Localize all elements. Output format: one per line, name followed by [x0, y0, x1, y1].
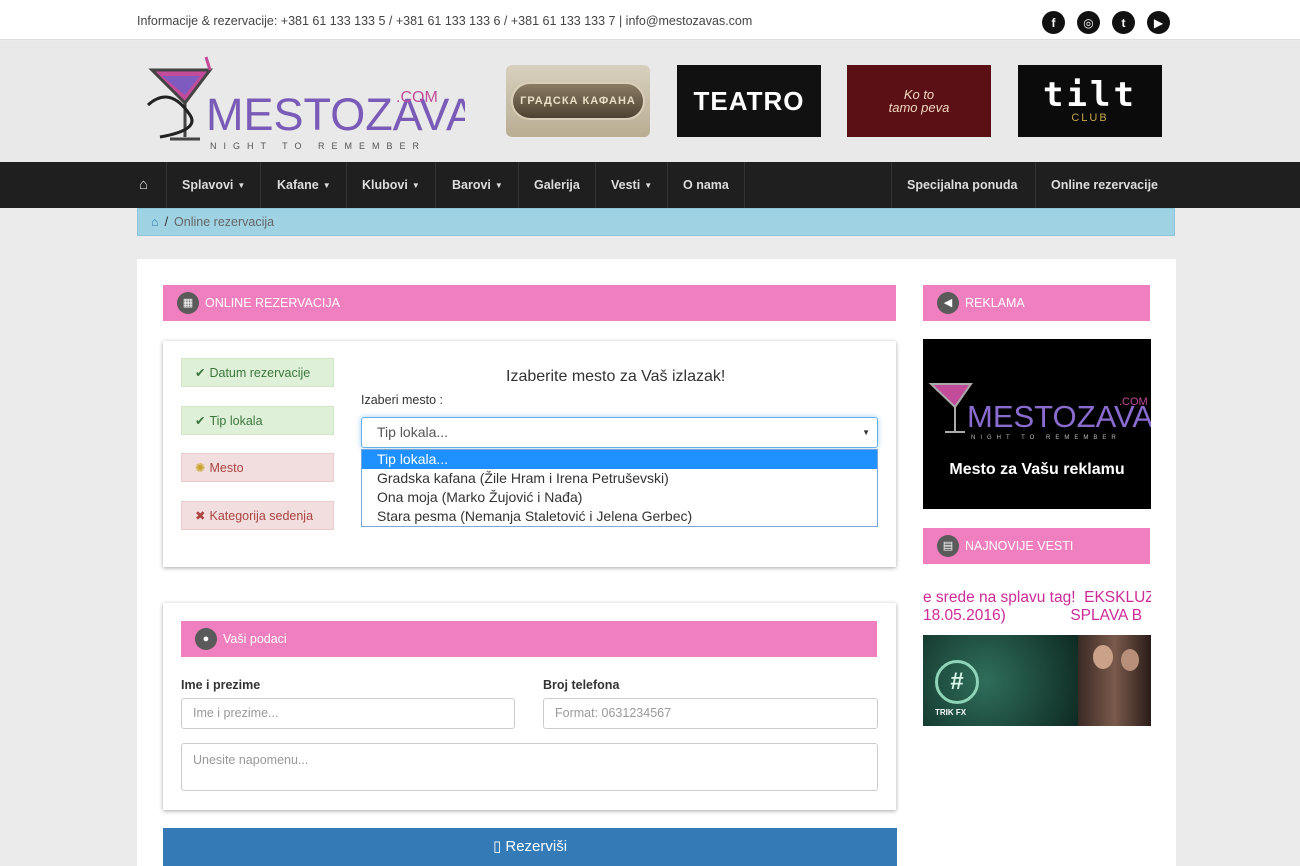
venue-label: TEATRO: [693, 85, 805, 116]
logo-tagline: NIGHT TO REMEMBER: [210, 141, 426, 151]
personal-data-header: ● Vaši podaci: [181, 621, 877, 657]
logo-graphic: MESTOZAVAS .COM NIGHT TO REMEMBER: [146, 56, 506, 151]
venue-select[interactable]: Tip lokala... ▼: [361, 417, 878, 448]
dropdown-option[interactable]: Stara pesma (Nemanja Staletović i Jelena…: [362, 507, 877, 526]
step-mesto[interactable]: ✺ Mesto: [181, 453, 334, 482]
check-icon: ✔: [195, 366, 206, 380]
contact-info: Informacije & rezervacije: +381 61 133 1…: [137, 14, 753, 28]
main-nav: ⌂ Splavovi ▼ Kafane ▼ Klubovi ▼ Barovi ▼ Gal…: [0, 162, 1300, 208]
phone-icon: ▯: [492, 838, 506, 855]
dropdown-arrow-icon: ▼: [862, 428, 870, 437]
close-icon: ✖: [195, 509, 206, 523]
news-header: ▤ NAJNOVIJE VESTI: [923, 528, 1150, 564]
dropdown-option[interactable]: Gradska kafana (Žile Hram i Irena Petruš…: [362, 469, 877, 488]
svg-text:NIGHT TO REMEMBER: NIGHT TO REMEMBER: [971, 435, 1121, 441]
spinner-icon: ✺: [195, 461, 206, 475]
breadcrumb: ⌂ / Online rezervacija: [137, 208, 1175, 236]
personal-data-card: ● Vaši podaci Ime i prezime Ime i prezim…: [163, 603, 896, 810]
nav-item-online-rezervacije[interactable]: Online rezervacije: [1035, 162, 1173, 208]
reserve-button[interactable]: ▯ Rezerviši: [163, 828, 897, 866]
news-headline: e srede na splavu tag! EKSKLUZ: [923, 589, 1151, 606]
section-title: NAJNOVIJE VESTI: [965, 539, 1074, 553]
venue-dropdown-list: Tip lokala... Gradska kafana (Žile Hram …: [361, 449, 878, 527]
nav-item-galerija[interactable]: Galerija: [519, 162, 596, 208]
step-kategorija-sedenja[interactable]: ✖ Kategorija sedenja: [181, 501, 334, 530]
step-datum-rezervacije[interactable]: ✔ Datum rezervacije: [181, 358, 334, 387]
ad-banner[interactable]: MESTOZAVAS .COM NIGHT TO REMEMBER Mesto …: [923, 339, 1151, 509]
section-title: Vaši podaci: [223, 632, 287, 646]
home-icon[interactable]: ⌂: [121, 162, 167, 208]
reservation-title: Izaberite mesto za Vaš izlazak!: [506, 368, 726, 385]
step-tip-lokala[interactable]: ✔ Tip lokala: [181, 406, 334, 435]
nav-item-splavovi[interactable]: Splavovi ▼: [167, 162, 262, 208]
site-header: MESTOZAVAS .COM NIGHT TO REMEMBER ГРАДСК…: [0, 41, 1300, 162]
section-title: REKLAMA: [965, 296, 1025, 310]
venue-label: ГРАДСКА КАФАНА: [511, 82, 645, 120]
check-icon: ✔: [195, 414, 206, 428]
note-textarea[interactable]: Unesite napomenu...: [181, 743, 878, 791]
phone-input[interactable]: Format: 0631234567: [543, 698, 878, 729]
nav-item-specijalna-ponuda[interactable]: Specijalna ponuda: [891, 162, 1032, 208]
section-title: ONLINE REZERVACIJA: [205, 296, 340, 310]
reserve-button-label: Rezerviši: [505, 838, 568, 855]
twitter-icon[interactable]: t: [1112, 11, 1135, 34]
nav-item-vesti[interactable]: Vesti ▼: [596, 162, 669, 208]
reservation-header: ▦ ONLINE REZERVACIJA: [163, 285, 896, 321]
venue-sublabel: CLUB: [1071, 112, 1109, 124]
ad-header: ◀ REKLAMA: [923, 285, 1150, 321]
news-headline: 18.05.2016) SPLAVA B: [923, 607, 1143, 624]
top-info-bar: Informacije & rezervacije: +381 61 133 1…: [0, 0, 1300, 40]
dropdown-option[interactable]: Ona moja (Marko Žujović i Nađa): [362, 488, 877, 507]
megaphone-icon: ◀: [937, 292, 959, 314]
nav-item-klubovi[interactable]: Klubovi ▼: [347, 162, 436, 208]
venue-banner-tilt-club[interactable]: tilt CLUB: [1018, 65, 1162, 137]
name-input[interactable]: Ime i prezime...: [181, 698, 515, 729]
breadcrumb-current: Online rezervacija: [174, 215, 275, 229]
social-links: f ◎ t ▶: [1042, 11, 1170, 34]
ad-logo: MESTOZAVAS .COM NIGHT TO REMEMBER: [928, 383, 1151, 441]
calendar-icon: ▦: [177, 292, 199, 314]
select-label: Izaberi mesto :: [361, 393, 443, 407]
name-label: Ime i prezime: [181, 678, 261, 692]
nav-item-kafane[interactable]: Kafane ▼: [262, 162, 347, 208]
news-ticker[interactable]: e srede na splavu tag! EKSKLUZ 18.05.201…: [923, 589, 1151, 629]
svg-text:.COM: .COM: [1119, 396, 1148, 408]
news-image-label: TRIK FX: [935, 708, 967, 717]
dropdown-option[interactable]: Tip lokala...: [362, 450, 877, 469]
home-icon[interactable]: ⌂: [151, 215, 159, 229]
site-logo[interactable]: MESTOZAVAS .COM NIGHT TO REMEMBER: [140, 45, 506, 155]
phone-label: Broj telefona: [543, 678, 620, 692]
venue-label: tilt: [1043, 75, 1137, 115]
nav-item-o-nama[interactable]: O nama: [668, 162, 745, 208]
venue-label: tamo peva: [888, 100, 950, 115]
venue-banner-teatro[interactable]: TEATRO: [677, 65, 821, 137]
newspaper-icon: ▤: [937, 535, 959, 557]
instagram-icon[interactable]: ◎: [1077, 11, 1100, 34]
youtube-icon[interactable]: ▶: [1147, 11, 1170, 34]
user-icon: ●: [195, 628, 217, 650]
select-value: Tip lokala...: [377, 424, 449, 440]
nav-item-barovi[interactable]: Barovi ▼: [437, 162, 519, 208]
ad-tagline: Mesto za Vašu reklamu: [949, 461, 1125, 478]
main-content: ▦ ONLINE REZERVACIJA ✔ Datum rezervacije …: [137, 259, 1176, 866]
reservation-card: ✔ Datum rezervacije ✔ Tip lokala ✺ Mesto ✖ K…: [163, 341, 896, 567]
logo-domain: .COM: [396, 89, 438, 106]
venue-banner-gradska-kafana[interactable]: ГРАДСКА КАФАНА: [506, 65, 650, 137]
venue-banner-ko-to-tamo-peva[interactable]: Ko to tamo peva: [847, 65, 991, 137]
facebook-icon[interactable]: f: [1042, 11, 1065, 34]
news-image[interactable]: # TRIK FX: [923, 635, 1151, 726]
